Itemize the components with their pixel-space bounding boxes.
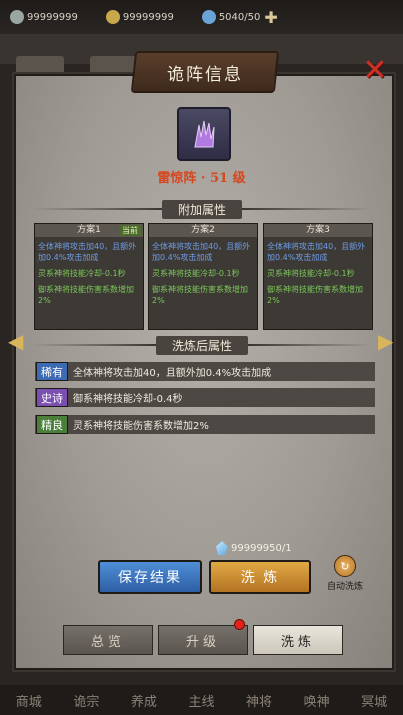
scheme-card-1[interactable]: 方案1 当前 全体神将攻击加40，且额外加0.4%攻击加成 灵系神将技能冷却-0… <box>34 223 144 330</box>
nav-item-develop[interactable]: 养成 <box>131 691 157 710</box>
tab-refine[interactable]: 洗炼 <box>253 625 343 655</box>
lightning-icon <box>194 120 215 148</box>
scheme-attr-line: 灵系神将技能冷却-0.1秒 <box>267 269 355 278</box>
scheme-attr-line: 灵系神将技能冷却-0.1秒 <box>152 269 240 278</box>
resource-stamina-value: 5040/50 <box>218 11 261 23</box>
silver-ingot-icon <box>10 10 24 24</box>
scheme-card-3[interactable]: 方案3 全体神将攻击加40，且额外加0.4%攻击加成 灵系神将技能冷却-0.1秒… <box>263 223 373 330</box>
scheme-name: 方案3 <box>306 225 330 235</box>
nav-item-mainline[interactable]: 主线 <box>188 691 214 710</box>
add-stamina-icon[interactable]: ✚ <box>264 8 277 27</box>
rarity-tag: 稀有 <box>36 362 68 381</box>
auto-refine-button[interactable]: ↻ 自动洗炼 <box>322 555 368 592</box>
scheme-attr-line: 御系神将技能伤害系数增加2% <box>38 285 134 305</box>
save-result-button[interactable]: 保存结果 <box>98 560 202 594</box>
refined-attributes-header: 洗炼后属性 <box>32 335 373 355</box>
scheme-card-2[interactable]: 方案2 全体神将攻击加40，且额外加0.4%攻击加成 灵系神将技能冷却-0.1秒… <box>148 223 258 330</box>
bonus-attributes-header: 附加属性 <box>32 199 373 219</box>
close-icon[interactable]: ✕ <box>360 56 390 86</box>
scheme-attr-line: 灵系神将技能冷却-0.1秒 <box>38 269 126 278</box>
scheme-attr-line: 御系神将技能伤害系数增加2% <box>152 285 248 305</box>
refine-button[interactable]: 洗 炼 <box>209 560 311 594</box>
rarity-tag: 精良 <box>36 415 68 434</box>
scheme-attr-line: 全体神将攻击加40，且额外加0.4%攻击加成 <box>38 242 137 262</box>
next-arrow-icon[interactable]: ▶ <box>378 330 396 352</box>
resource-silver-value: 99999999 <box>27 11 78 23</box>
refined-attr-row: 史诗 御系神将技能冷却-0.4秒 <box>35 388 375 407</box>
resource-bar: 99999999 99999999 5040/50 ✚ <box>0 0 403 34</box>
tab-upgrade[interactable]: 升级 <box>158 625 248 655</box>
nav-item-netherworld[interactable]: 冥城 <box>361 691 387 710</box>
formation-icon <box>177 107 231 161</box>
refined-attr-text: 灵系神将技能伤害系数增加2% <box>73 421 209 432</box>
nav-item-summon[interactable]: 唤神 <box>304 691 330 710</box>
refined-attr-text: 全体神将攻击加40，且额外加0.4%攻击加成 <box>73 368 272 379</box>
refine-cost-value: 99999950/1 <box>231 542 292 554</box>
nav-item-sect[interactable]: 诡宗 <box>73 691 99 710</box>
modal-tabs: 总览 升级 洗炼 <box>63 625 343 655</box>
tab-overview[interactable]: 总览 <box>63 625 153 655</box>
scheme-name: 方案1 <box>77 225 101 235</box>
resource-silver: 99999999 <box>10 10 78 24</box>
refined-attr-row: 稀有 全体神将攻击加40，且额外加0.4%攻击加成 <box>35 362 375 381</box>
refined-attributes-title: 洗炼后属性 <box>156 335 249 355</box>
resource-jade: 99999999 <box>105 10 174 24</box>
refined-attr-text: 御系神将技能冷却-0.4秒 <box>73 394 183 405</box>
scheme-attr-line: 御系神将技能伤害系数增加2% <box>267 285 363 305</box>
bonus-attributes-title: 附加属性 <box>162 199 243 219</box>
scheme-attr-line: 全体神将攻击加40，且额外加0.4%攻击加成 <box>267 242 366 262</box>
refined-attr-row: 精良 灵系神将技能伤害系数增加2% <box>35 415 375 434</box>
nav-item-shop[interactable]: 商城 <box>16 691 42 710</box>
nav-item-heroes[interactable]: 神将 <box>246 691 272 710</box>
crystal-icon <box>216 541 228 555</box>
refine-cost: 99999950/1 <box>216 540 292 556</box>
prev-arrow-icon[interactable]: ◀ <box>8 330 26 352</box>
rarity-tag: 史诗 <box>36 388 68 407</box>
jade-icon <box>105 10 120 24</box>
scheme-attr-line: 全体神将攻击加40，且额外加0.4%攻击加成 <box>152 242 251 262</box>
auto-refine-icon: ↻ <box>334 555 356 577</box>
stamina-icon <box>201 10 216 24</box>
modal-title-banner: 诡阵信息 <box>130 51 280 93</box>
auto-refine-label: 自动洗炼 <box>326 582 363 592</box>
bottom-nav: 商城 诡宗 养成 主线 神将 唤神 冥城 <box>0 685 403 715</box>
resource-jade-value: 99999999 <box>122 11 174 23</box>
resource-stamina: 5040/50 ✚ <box>201 8 278 27</box>
formation-name-level: 雷惊阵 · 51 级 <box>157 171 246 186</box>
notification-dot <box>234 619 245 630</box>
modal-title: 诡阵信息 <box>167 64 243 85</box>
current-badge: 当前 <box>119 225 141 236</box>
scheme-name: 方案2 <box>191 225 215 235</box>
